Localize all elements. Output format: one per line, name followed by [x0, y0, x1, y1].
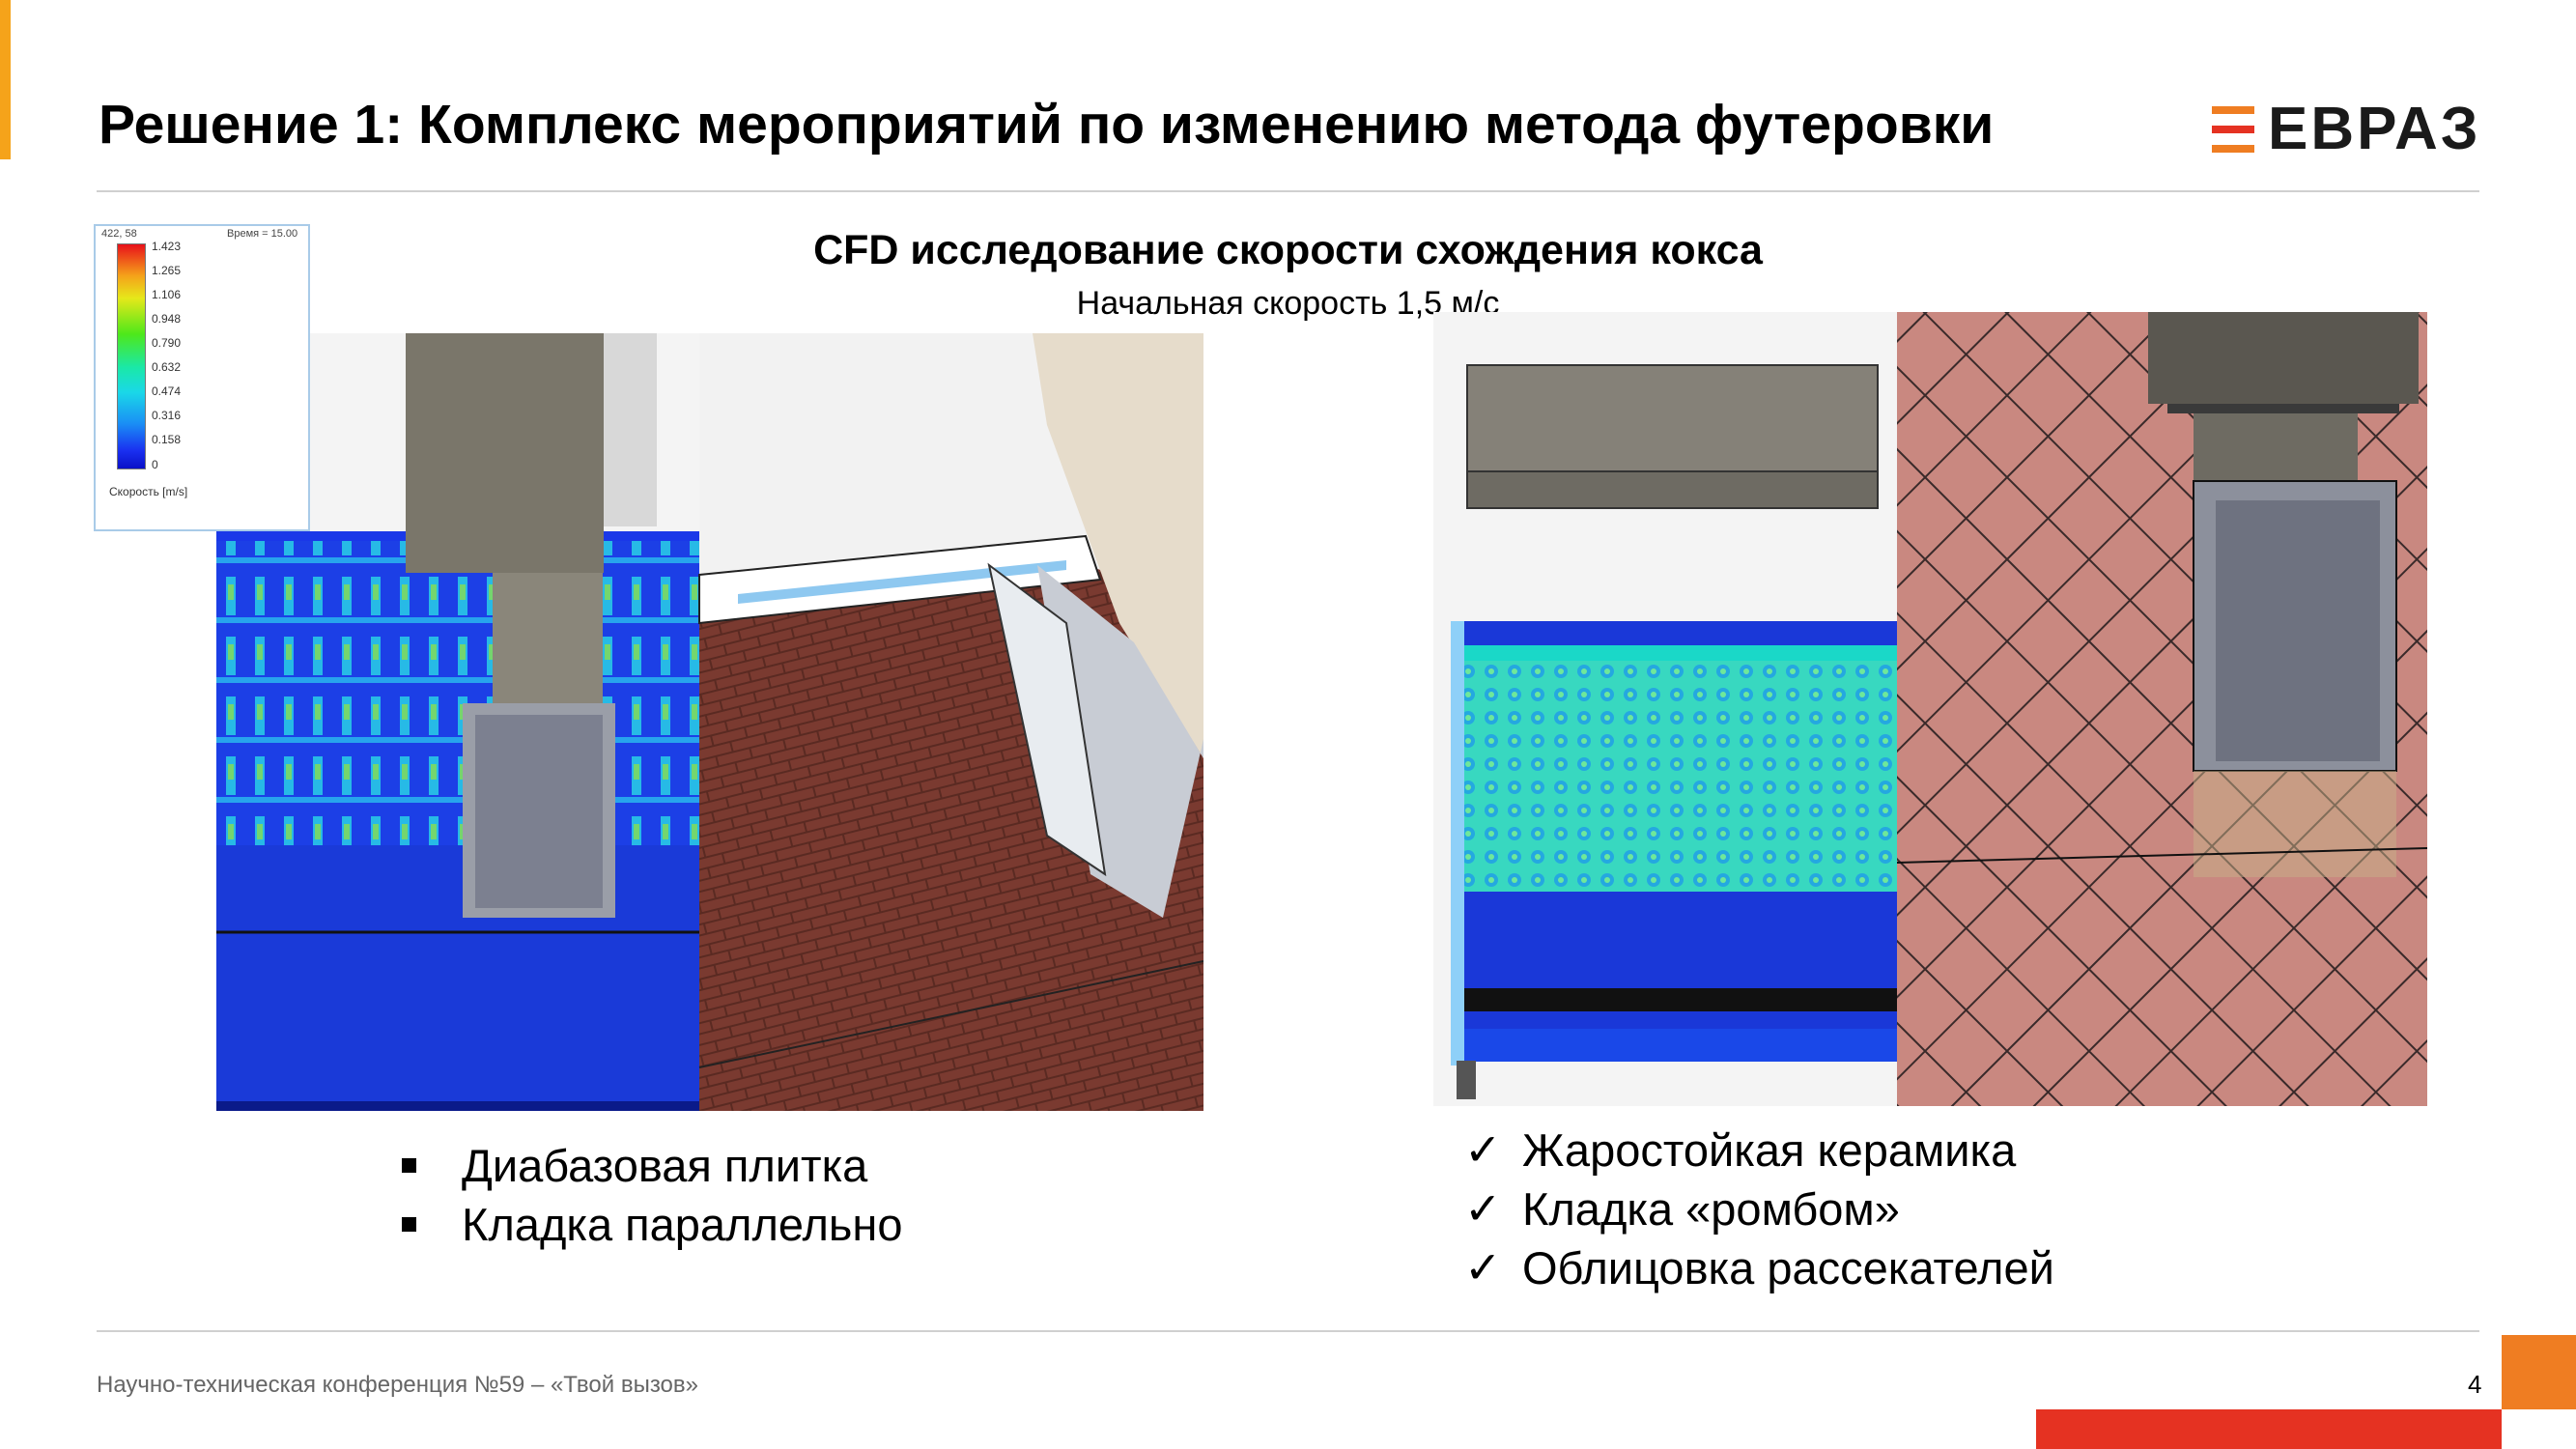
- cfd-parallel-lining-image: [216, 333, 1203, 1111]
- evraz-logo: ЕВРАЗ: [2212, 99, 2482, 162]
- footer-text: Научно-техническая конференция №59 – «Тв…: [97, 1372, 698, 1398]
- left-feature-list: Диабазовая плитка Кладка параллельно: [396, 1136, 902, 1254]
- checkmark-icon: ✓: [1464, 1183, 1502, 1234]
- legend-value: 1.265: [152, 264, 182, 277]
- page-number: 4: [2468, 1370, 2482, 1399]
- list-item: ✓ Кладка «ромбом»: [1464, 1179, 2054, 1238]
- slide-title: Решение 1: Комплекс мероприятий по измен…: [99, 94, 1995, 156]
- legend-time: Время = 15.00: [227, 228, 298, 240]
- legend-header: 422, 58: [101, 228, 137, 240]
- logo-text: ЕВРАЗ: [2268, 96, 2481, 162]
- list-item-text: Облицовка рассекателей: [1522, 1242, 2054, 1293]
- section-subtitle: CFD исследование скорости схождения кокс…: [813, 227, 1763, 273]
- legend-value: 0.790: [152, 336, 182, 350]
- left-accent-bar: [0, 0, 11, 159]
- square-bullet-icon: [402, 1217, 416, 1232]
- list-item-text: Жаростойкая керамика: [1522, 1124, 2017, 1176]
- legend-value: 1.423: [152, 240, 182, 253]
- cfd-rhombus-lining-image: [1433, 312, 2427, 1106]
- corner-orange-block: [2502, 1335, 2576, 1409]
- legend-value: 0: [152, 458, 158, 471]
- legend-color-bar: [117, 243, 146, 469]
- header-divider: [97, 190, 2479, 192]
- checkmark-icon: ✓: [1464, 1242, 1502, 1293]
- list-item: Диабазовая плитка: [396, 1136, 902, 1195]
- legend-value: 0.474: [152, 384, 182, 398]
- list-item: ✓ Жаростойкая керамика: [1464, 1121, 2054, 1179]
- corner-red-bar: [2036, 1409, 2502, 1449]
- list-item: Кладка параллельно: [396, 1195, 902, 1254]
- square-bullet-icon: [402, 1158, 416, 1173]
- list-item: ✓ Облицовка рассекателей: [1464, 1238, 2054, 1297]
- checkmark-icon: ✓: [1464, 1124, 1502, 1175]
- footer-divider: [97, 1330, 2479, 1332]
- velocity-legend: 422, 58 Время = 15.00 1.423 1.265 1.106 …: [94, 224, 310, 531]
- legend-units: Скорость [m/s]: [109, 485, 188, 498]
- legend-value: 0.632: [152, 360, 182, 374]
- list-item-text: Кладка «ромбом»: [1522, 1183, 1900, 1235]
- legend-value: 1.106: [152, 288, 182, 301]
- legend-value: 0.948: [152, 312, 182, 326]
- list-item-text: Диабазовая плитка: [462, 1140, 868, 1191]
- list-item-text: Кладка параллельно: [462, 1199, 903, 1250]
- legend-value: 0.316: [152, 409, 182, 422]
- right-feature-checklist: ✓ Жаростойкая керамика ✓ Кладка «ромбом»…: [1464, 1121, 2054, 1297]
- legend-value: 0.158: [152, 433, 182, 446]
